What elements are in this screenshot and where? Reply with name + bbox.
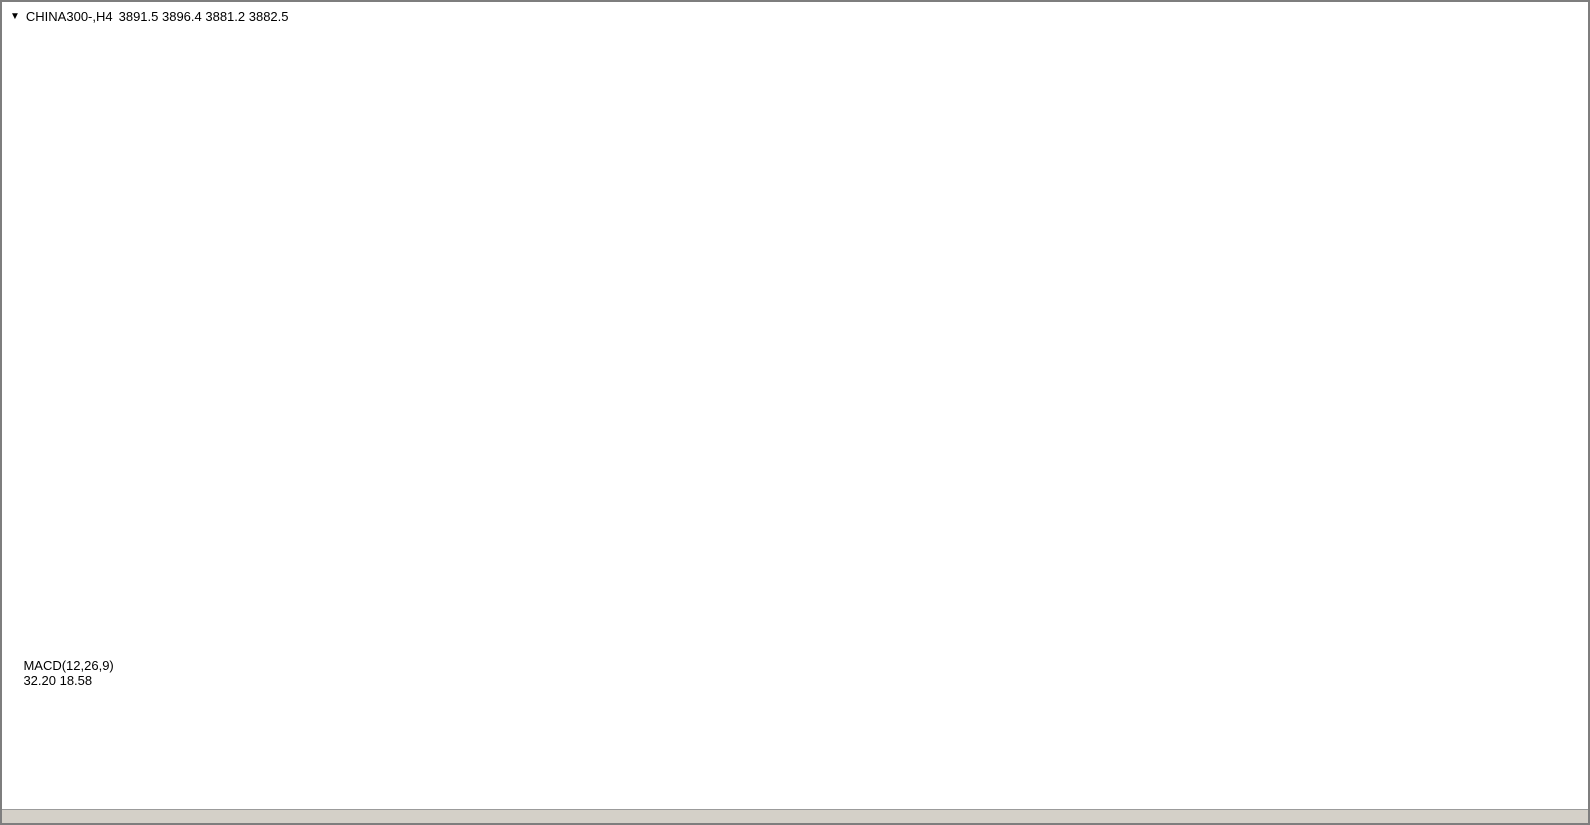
chart-ohlc-values: 3891.5 3896.4 3881.2 3882.5 [119,9,289,24]
macd-indicator-label: MACD(12,26,9) 32.20 18.58 [9,643,114,703]
chart-symbol-timeframe: CHINA300-,H4 [26,9,113,24]
symbol-dropdown-icon[interactable]: ▼ [10,10,20,23]
trading-chart-window: ▼ CHINA300-,H4 3891.5 3896.4 3881.2 3882… [0,0,1590,825]
macd-values: 32.20 18.58 [23,673,92,688]
window-bottom-strip [2,809,1588,823]
macd-label: MACD(12,26,9) [23,658,113,673]
chart-title-bar: ▼ CHINA300-,H4 3891.5 3896.4 3881.2 3882… [10,9,289,24]
chart-canvas[interactable] [2,2,1588,823]
